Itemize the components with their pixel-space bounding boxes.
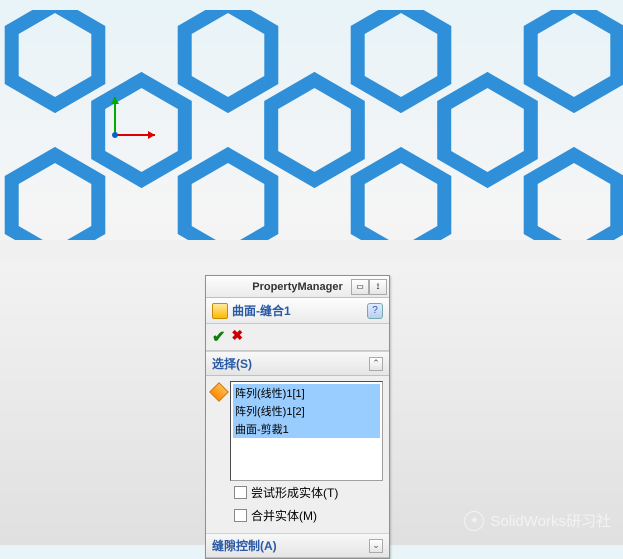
section-selection-header[interactable]: 选择(S) ⌃ [206, 351, 389, 376]
keep-visible-button[interactable]: ▭ [351, 279, 369, 295]
section-gap-header[interactable]: 缝隙控制(A) ⌄ [206, 533, 389, 558]
merge-label: 合并实体(M) [251, 507, 317, 524]
merge-checkbox[interactable] [234, 509, 247, 522]
merge-row[interactable]: 合并实体(M) [212, 504, 383, 527]
section-selection-label: 选择(S) [212, 355, 252, 372]
surface-selection-icon [209, 382, 229, 402]
property-manager-panel: PropertyManager ▭ ⟟ 曲面-缝合1 ? ✔ ✖ 选择(S) ⌃… [205, 275, 390, 559]
cancel-button[interactable]: ✖ [231, 327, 243, 347]
list-item[interactable]: 阵列(线性)1[2] [233, 402, 380, 420]
selection-listbox[interactable]: 阵列(线性)1[1] 阵列(线性)1[2] 曲面-剪裁1 [230, 381, 383, 481]
help-button[interactable]: ? [367, 303, 383, 319]
panel-title: PropertyManager [252, 281, 342, 293]
list-item[interactable]: 曲面-剪裁1 [233, 420, 380, 438]
honeycomb-body [0, 10, 623, 260]
pushpin-button[interactable]: ⟟ [369, 279, 387, 295]
try-solid-checkbox[interactable] [234, 486, 247, 499]
watermark-text: SolidWorks研习社 [490, 510, 611, 531]
section-selection-body: 阵列(线性)1[1] 阵列(线性)1[2] 曲面-剪裁1 尝试形成实体(T) 合… [206, 376, 389, 533]
wechat-icon: ✦ [464, 511, 484, 531]
try-solid-label: 尝试形成实体(T) [251, 484, 338, 501]
panel-titlebar: PropertyManager ▭ ⟟ [206, 276, 389, 298]
origin-triad [100, 85, 170, 155]
chevron-down-icon: ⌄ [369, 539, 383, 553]
watermark: ✦ SolidWorks研习社 [464, 510, 611, 531]
chevron-up-icon: ⌃ [369, 357, 383, 371]
feature-header: 曲面-缝合1 ? [206, 298, 389, 324]
ok-button[interactable]: ✔ [212, 327, 225, 347]
confirm-row: ✔ ✖ [206, 324, 389, 351]
feature-name: 曲面-缝合1 [232, 302, 291, 319]
list-item[interactable]: 阵列(线性)1[1] [233, 384, 380, 402]
try-solid-row[interactable]: 尝试形成实体(T) [212, 481, 383, 504]
3d-viewport[interactable] [0, 0, 623, 280]
section-gap-label: 缝隙控制(A) [212, 537, 277, 554]
knit-surface-icon [212, 303, 228, 319]
